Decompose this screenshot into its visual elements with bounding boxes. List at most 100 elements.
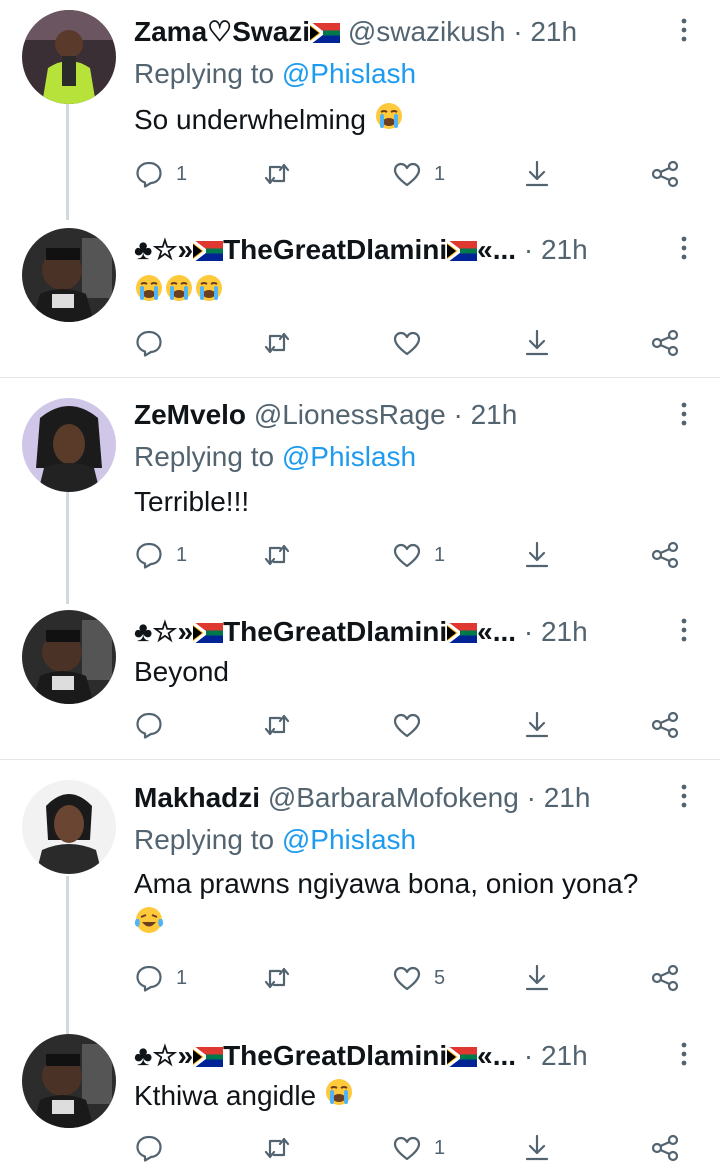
- tears-of-joy-emoji-icon: [134, 905, 164, 946]
- share-network-button[interactable]: [650, 537, 680, 573]
- share-icon: [522, 710, 552, 740]
- reply-icon: [134, 540, 164, 570]
- share-icon: [522, 328, 552, 358]
- retweet-button[interactable]: [262, 707, 292, 743]
- share-network-icon: [650, 710, 680, 740]
- retweet-button[interactable]: [262, 1130, 292, 1166]
- like-button[interactable]: 5: [392, 960, 445, 996]
- tweet-time[interactable]: 21h: [471, 399, 518, 430]
- replying-to: Replying to @Phislash: [134, 441, 417, 472]
- replying-to: Replying to @Phislash: [134, 58, 417, 89]
- retweet-button[interactable]: [262, 325, 292, 361]
- display-name[interactable]: ZeMvelo: [134, 399, 246, 430]
- share-network-button[interactable]: [650, 156, 680, 192]
- retweet-button[interactable]: [262, 156, 292, 192]
- tweet-emoji-line: [134, 904, 164, 946]
- crying-face-emoji-icon: [194, 273, 224, 314]
- more-icon[interactable]: [674, 400, 694, 428]
- more-icon[interactable]: [674, 616, 694, 644]
- display-name[interactable]: ♣☆» TheGreatDlamini «...: [134, 616, 516, 647]
- like-icon: [392, 159, 422, 189]
- display-name[interactable]: ♣☆» TheGreatDlamini «...: [134, 234, 516, 265]
- tweet-time[interactable]: 21h: [530, 16, 577, 47]
- tweet-text: Ama prawns ngiyawa bona, onion yona?: [134, 868, 639, 899]
- mention-link[interactable]: @Phislash: [282, 58, 416, 89]
- share-icon: [522, 1133, 552, 1163]
- reply-button[interactable]: [134, 707, 164, 743]
- south-africa-flag-icon: [192, 1038, 224, 1078]
- tweet-header: Makhadzi @BarbaraMofokeng · 21h: [134, 782, 591, 813]
- share-network-icon: [650, 1133, 680, 1163]
- display-name[interactable]: Makhadzi: [134, 782, 260, 813]
- south-africa-flag-icon: [446, 614, 478, 654]
- share-network-button[interactable]: [650, 325, 680, 361]
- avatar[interactable]: [22, 1034, 116, 1128]
- share-network-button[interactable]: [650, 707, 680, 743]
- display-name[interactable]: ♣☆» TheGreatDlamini «...: [134, 1040, 516, 1071]
- crying-face-emoji-icon: [374, 101, 404, 142]
- like-button[interactable]: 1: [392, 537, 445, 573]
- user-handle[interactable]: @swazikush: [348, 16, 506, 47]
- share-network-button[interactable]: [650, 1130, 680, 1166]
- reply-icon: [134, 710, 164, 740]
- reply-button[interactable]: [134, 325, 164, 361]
- user-handle[interactable]: @LionessRage: [254, 399, 446, 430]
- user-handle[interactable]: @BarbaraMofokeng: [268, 782, 519, 813]
- like-button[interactable]: 1: [392, 1130, 445, 1166]
- tweet-header: ♣☆» TheGreatDlamini «... · 21h: [134, 612, 660, 652]
- share-network-icon: [650, 159, 680, 189]
- mention-link[interactable]: @Phislash: [282, 824, 416, 855]
- retweet-icon: [262, 1133, 292, 1163]
- share-button[interactable]: [522, 1130, 552, 1166]
- south-africa-flag-icon: [446, 232, 478, 272]
- more-icon[interactable]: [674, 234, 694, 262]
- share-network-icon: [650, 328, 680, 358]
- avatar[interactable]: [22, 10, 116, 104]
- more-icon[interactable]: [674, 782, 694, 810]
- share-button[interactable]: [522, 707, 552, 743]
- retweet-icon: [262, 159, 292, 189]
- reply-icon: [134, 1133, 164, 1163]
- tweet-time[interactable]: 21h: [541, 616, 588, 647]
- reply-button[interactable]: [134, 1130, 164, 1166]
- share-network-button[interactable]: [650, 960, 680, 996]
- tweet-header: Zama♡Swazi @swazikush · 21h: [134, 12, 660, 52]
- tweet-divider: [0, 377, 720, 378]
- tweet-time[interactable]: 21h: [541, 1040, 588, 1071]
- tweet-text: Beyond: [134, 656, 229, 687]
- reply-icon: [134, 963, 164, 993]
- south-africa-flag-icon: [309, 14, 341, 54]
- crying-face-emoji-icon: [324, 1077, 354, 1118]
- reply-button[interactable]: 1: [134, 156, 187, 192]
- retweet-button[interactable]: [262, 537, 292, 573]
- avatar[interactable]: [22, 610, 116, 704]
- south-africa-flag-icon: [192, 614, 224, 654]
- like-button[interactable]: 1: [392, 156, 445, 192]
- more-icon[interactable]: [674, 16, 694, 44]
- share-icon: [522, 540, 552, 570]
- share-network-icon: [650, 963, 680, 993]
- tweet-time[interactable]: 21h: [541, 234, 588, 265]
- like-button[interactable]: [392, 707, 422, 743]
- share-icon: [522, 963, 552, 993]
- tweet-text: [134, 272, 224, 314]
- reply-button[interactable]: 1: [134, 537, 187, 573]
- avatar[interactable]: [22, 398, 116, 492]
- share-button[interactable]: [522, 960, 552, 996]
- like-icon: [392, 328, 422, 358]
- like-button[interactable]: [392, 325, 422, 361]
- avatar[interactable]: [22, 780, 116, 874]
- tweet-divider: [0, 759, 720, 760]
- reply-button[interactable]: 1: [134, 960, 187, 996]
- tweet-time[interactable]: 21h: [544, 782, 591, 813]
- display-name[interactable]: Zama♡Swazi: [134, 16, 310, 47]
- share-button[interactable]: [522, 325, 552, 361]
- share-button[interactable]: [522, 537, 552, 573]
- share-button[interactable]: [522, 156, 552, 192]
- tweet-header: ZeMvelo @LionessRage · 21h: [134, 399, 518, 430]
- mention-link[interactable]: @Phislash: [282, 441, 416, 472]
- thread-connector: [66, 876, 69, 1036]
- retweet-button[interactable]: [262, 960, 292, 996]
- avatar[interactable]: [22, 228, 116, 322]
- more-icon[interactable]: [674, 1040, 694, 1068]
